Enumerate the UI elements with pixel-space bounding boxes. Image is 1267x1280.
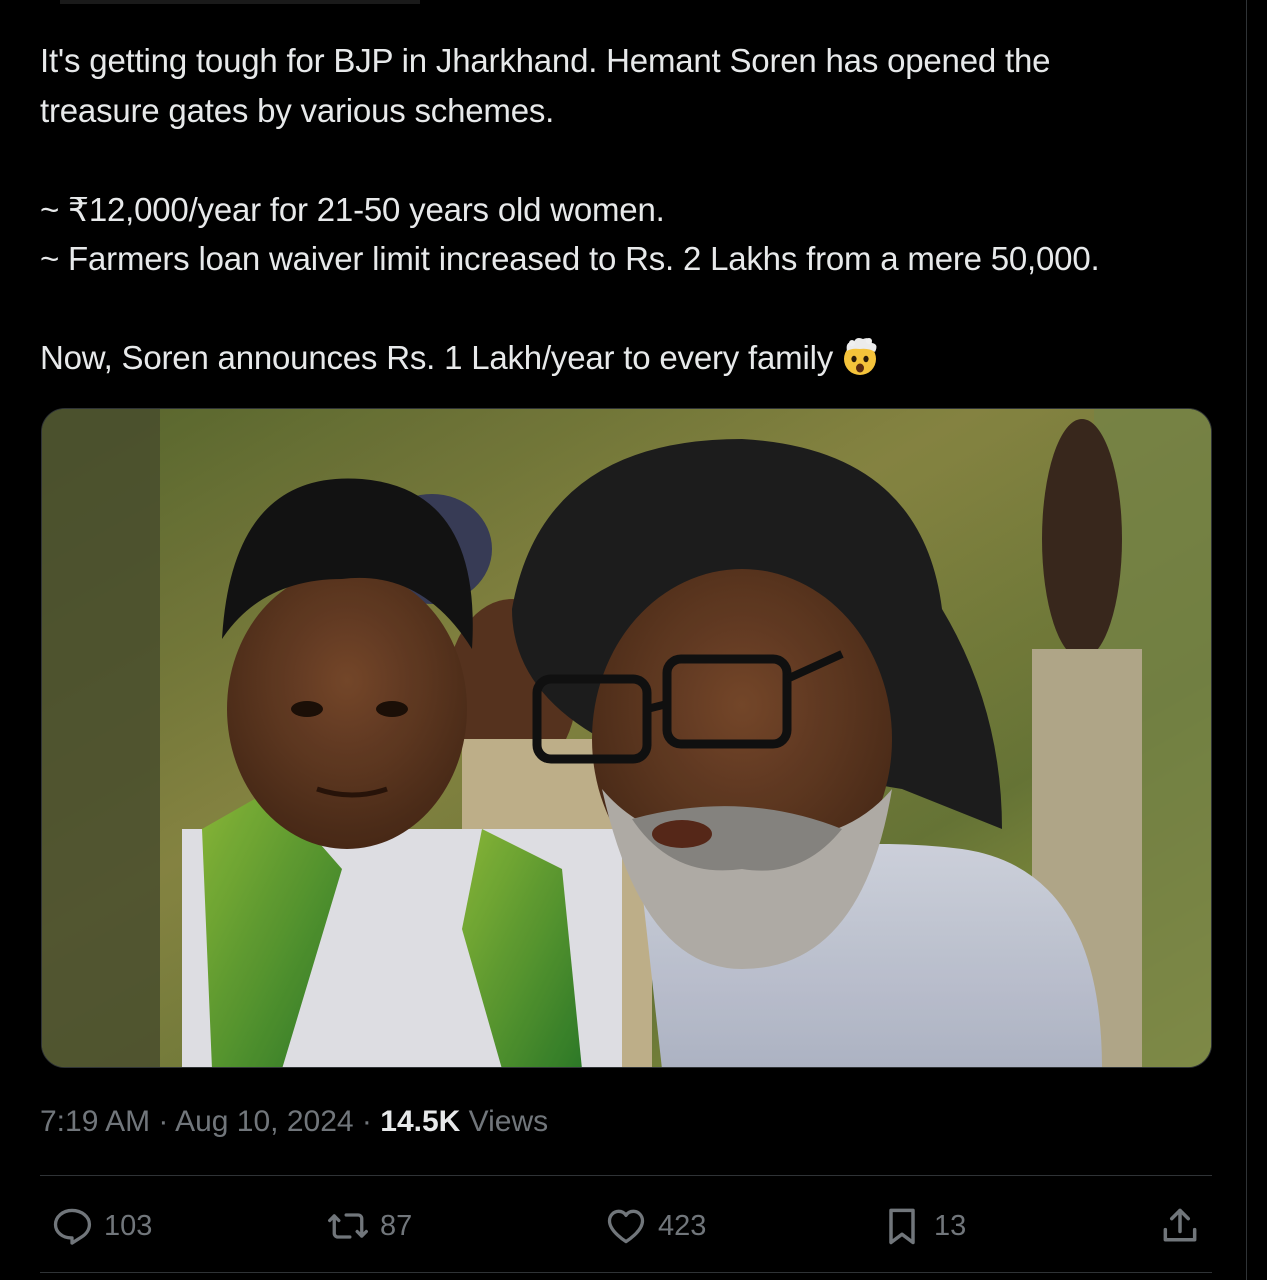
meta-separator: · xyxy=(353,1105,381,1138)
tweet-line: It's getting tough for BJP in Jharkhand.… xyxy=(40,42,1051,79)
share-button[interactable] xyxy=(1158,1196,1212,1256)
exploding-head-emoji xyxy=(839,335,881,377)
bookmark-button[interactable]: 13 xyxy=(880,1196,966,1256)
views-count: 14.5K xyxy=(380,1105,461,1138)
top-edge xyxy=(60,0,420,4)
column-border xyxy=(1246,0,1247,1280)
views-label: Views xyxy=(460,1105,549,1138)
bookmark-count: 13 xyxy=(934,1210,967,1242)
repost-count: 87 xyxy=(380,1210,413,1242)
bookmark-icon xyxy=(889,1208,915,1245)
share-icon xyxy=(1163,1208,1197,1242)
tweet: It's getting tough for BJP in Jharkhand.… xyxy=(0,0,1267,1280)
tweet-photo[interactable] xyxy=(41,408,1212,1068)
divider xyxy=(40,1175,1212,1176)
photo-two-men xyxy=(42,409,1211,1067)
tweet-line: treasure gates by various schemes. xyxy=(40,91,555,129)
like-count: 423 xyxy=(658,1210,707,1242)
repost-button[interactable]: 87 xyxy=(326,1196,412,1256)
repost-icon xyxy=(328,1213,368,1239)
tweet-line-last: Now, Soren announces Rs. 1 Lakh/year to … xyxy=(40,333,1230,383)
reply-icon xyxy=(53,1208,92,1245)
reply-button[interactable]: 103 xyxy=(50,1196,152,1256)
tweet-date[interactable]: Aug 10, 2024 xyxy=(175,1105,354,1138)
tweet-line: Now, Soren announces Rs. 1 Lakh/year to … xyxy=(40,339,834,376)
action-bar: 103 87 423 13 xyxy=(0,1196,1267,1256)
tweet-time[interactable]: 7:19 AM xyxy=(40,1105,150,1138)
like-button[interactable]: 423 xyxy=(604,1196,706,1256)
tweet-line: ~ ₹12,000/year for 21-50 years old women… xyxy=(40,190,665,228)
divider xyxy=(40,1272,1212,1273)
meta-separator: · xyxy=(150,1105,176,1138)
tweet-meta: 7:19 AM · Aug 10, 2024 · 14.5K Views xyxy=(40,1100,548,1144)
reply-count: 103 xyxy=(104,1210,153,1242)
heart-icon xyxy=(607,1209,645,1244)
tweet-text: It's getting tough for BJP in Jharkhand.… xyxy=(40,36,1230,383)
tweet-line: ~ Farmers loan waiver limit increased to… xyxy=(40,240,1100,277)
